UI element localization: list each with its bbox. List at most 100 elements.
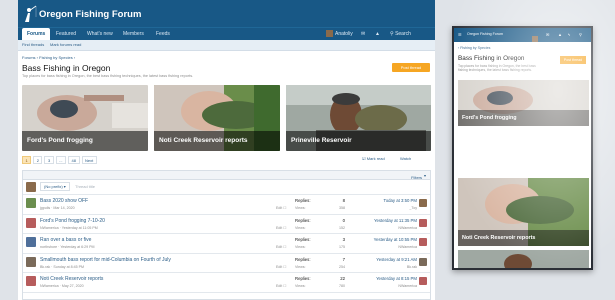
avatar[interactable] — [26, 276, 36, 286]
prefix-select[interactable]: (No prefix) ▾ — [40, 182, 70, 191]
featured-photo-1[interactable]: Ford's Pond frogging — [22, 85, 148, 151]
views-label: Views: — [295, 264, 306, 269]
thread-icons: Edit ☐ — [276, 265, 286, 269]
thread-title[interactable]: Ran over a bass or five — [40, 237, 91, 243]
avatar[interactable] — [26, 256, 36, 267]
last-post-date[interactable]: Yesterday at 11:35 PM — [374, 218, 417, 223]
thread-meta: NWamerica · May 27, 2020 — [40, 284, 84, 288]
mobile-page-title: Bass Fishing in Oregon — [458, 55, 525, 62]
post-thread-button[interactable]: Post thread — [392, 63, 430, 72]
mobile-post-thread-button[interactable]: Post thread — [560, 56, 586, 64]
featured-photo-3[interactable]: Prineville Reservoir — [286, 85, 431, 151]
thread-title[interactable]: Noti Creek Reservoir reports — [40, 276, 103, 282]
breadcrumb: Forums › Fishing by Species › — [22, 55, 76, 60]
table-row[interactable]: Noti Creek Reservoir reports NWamerica ·… — [23, 273, 430, 293]
page-icon: Edit — [276, 206, 283, 210]
reply-count: 3 — [342, 237, 345, 242]
pin-icon: ☐ — [283, 225, 287, 230]
search-icon: ⚲ — [390, 31, 394, 37]
last-post-date[interactable]: Yesterday at 10:55 PM — [374, 237, 417, 242]
last-post-date[interactable]: Today at 3:50 PM — [384, 198, 417, 203]
page-title: Bass Fishing in Oregon — [22, 63, 111, 73]
thread-title[interactable]: Smallmouth bass report for mid-Columbia … — [40, 257, 171, 263]
watch-button[interactable]: Watch — [400, 156, 411, 161]
breadcrumb-forums[interactable]: Forums — [22, 55, 36, 60]
page-2[interactable]: 2 — [33, 156, 43, 164]
site-logo[interactable]: Oregon Fishing Forum — [23, 5, 141, 23]
username: Anatoliy — [335, 31, 353, 37]
thread-author[interactable]: NWamerica — [40, 284, 59, 288]
page-1[interactable]: 1 — [22, 156, 32, 164]
thread-author[interactable]: northshore — [40, 245, 57, 249]
page-last[interactable]: 48 — [68, 156, 80, 164]
mobile-featured-photo-3[interactable] — [458, 250, 589, 268]
filters-button[interactable]: Filters ▾ — [411, 173, 426, 180]
views-label: Views: — [295, 206, 306, 210]
mobile-breadcrumb[interactable]: ‹ Fishing by Species — [458, 46, 490, 50]
mobile-site-title[interactable]: Oregon Fishing Forum — [467, 32, 503, 36]
thread-author[interactable]: jgpulis — [40, 206, 50, 210]
avatar[interactable] — [419, 199, 427, 207]
site-header: Oregon Fishing Forum — [18, 0, 435, 27]
last-post-user[interactable]: NWamerica — [398, 226, 417, 230]
view-count: 152 — [339, 225, 345, 230]
thread-title-input[interactable]: Thread title — [75, 184, 95, 189]
last-post-user[interactable]: Bk.rak — [407, 265, 417, 269]
table-row[interactable]: Bass 2020 show OFF jgpulis · Mar 14, 202… — [23, 195, 430, 215]
thread-icons: Edit ☐ — [276, 284, 286, 288]
last-post-user[interactable]: NWamerica — [398, 284, 417, 288]
avatar[interactable] — [419, 277, 427, 285]
featured-caption-3: Prineville Reservoir — [286, 131, 431, 151]
page-ellipsis[interactable]: ... — [55, 156, 67, 164]
avatar[interactable] — [419, 218, 427, 227]
bell-icon[interactable]: ▲ — [558, 32, 562, 37]
mobile-featured-caption-1: Ford's Pond frogging — [458, 110, 589, 126]
views-label: Views: — [295, 245, 306, 249]
mark-forums-read-link[interactable]: Mark forums read — [50, 42, 81, 47]
avatar[interactable] — [26, 198, 36, 208]
last-post-date[interactable]: Yesterday at 9:21 AM — [376, 257, 417, 262]
table-row[interactable]: Ford's Pond frogging 7-10-20 NWamerica ·… — [23, 215, 430, 234]
quick-thread-row: (No prefix) ▾ Thread title — [23, 180, 430, 195]
breadcrumb-species[interactable]: Fishing by Species — [39, 55, 73, 60]
featured-photo-2[interactable]: Noti Creek Reservoir reports — [154, 85, 280, 151]
thread-meta: jgpulis · Mar 14, 2020 — [40, 206, 75, 210]
mark-read-button[interactable]: ☑ Mark read — [362, 156, 385, 161]
thread-author[interactable]: NWamerica — [40, 226, 59, 230]
site-title: Oregon Fishing Forum — [39, 8, 142, 20]
last-post-user[interactable]: NWamerica — [398, 245, 417, 249]
thread-author[interactable]: Bk.rak — [40, 265, 50, 269]
thread-rows: Bass 2020 show OFF jgpulis · Mar 14, 202… — [23, 195, 430, 293]
page-3[interactable]: 3 — [44, 156, 54, 164]
envelope-icon[interactable]: ✉ — [546, 32, 549, 37]
mobile-page-description: Top places for bass fishing in Oregon, t… — [458, 64, 536, 73]
avatar — [26, 182, 36, 192]
table-row[interactable]: Ran over a bass or five northshore · Yes… — [23, 234, 430, 254]
search-icon[interactable]: ⚲ — [579, 32, 582, 37]
avatar[interactable] — [419, 238, 427, 246]
thread-title[interactable]: Bass 2020 show OFF — [40, 198, 88, 204]
hamburger-menu-icon[interactable]: ☰ — [458, 32, 462, 37]
mobile-featured-caption-2: Noti Creek Reservoir reports — [458, 230, 589, 246]
replies-label: Replies: — [295, 237, 311, 242]
thread-title[interactable]: Ford's Pond frogging 7-10-20 — [40, 218, 105, 224]
lightning-icon[interactable]: ϟ — [568, 32, 570, 37]
avatar[interactable] — [26, 217, 36, 228]
last-post-user[interactable]: _Toy — [409, 206, 417, 210]
avatar[interactable] — [419, 257, 427, 266]
reply-count: 8 — [342, 198, 345, 203]
view-count: 780 — [339, 284, 345, 288]
mobile-screenshot: ☰ Oregon Fishing Forum ✉ ▲ ϟ ⚲ ‹ Fishing… — [452, 26, 593, 270]
view-count: 254 — [339, 264, 345, 269]
last-post-date[interactable]: Yesterday at 8:15 PM — [376, 276, 417, 281]
mobile-featured-photo-2[interactable]: Noti Creek Reservoir reports — [458, 178, 589, 246]
avatar[interactable] — [26, 237, 36, 247]
find-threads-link[interactable]: Find threads — [22, 42, 44, 47]
mobile-featured-photo-1[interactable]: Ford's Pond frogging — [458, 80, 589, 126]
table-row[interactable]: Smallmouth bass report for mid-Columbia … — [23, 254, 430, 273]
angler-photo — [458, 250, 589, 268]
next-page-button[interactable]: Next — [81, 156, 97, 164]
sub-nav: Find threads Mark forums read — [18, 40, 435, 51]
fisherman-logo-icon — [25, 5, 37, 22]
replies-label: Replies: — [295, 256, 311, 262]
